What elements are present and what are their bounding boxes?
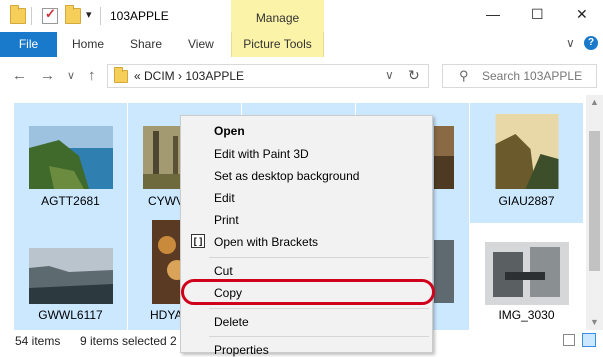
quick-access-dropdown-icon[interactable]: ▾ — [86, 8, 92, 21]
address-dropdown-icon[interactable]: ∨ — [385, 68, 394, 82]
window-title: 103APPLE — [110, 9, 169, 23]
thumbnail — [28, 126, 113, 189]
selection-count: 9 items selected 2 — [80, 334, 177, 348]
menu-item-edit-paint3d[interactable]: Edit with Paint 3D — [214, 147, 309, 161]
file-name: IMG_3030 — [498, 308, 555, 322]
scroll-up-icon[interactable]: ▲ — [590, 97, 599, 107]
ribbon-tabs: File Home Share View Picture Tools ∨ ? — [0, 32, 603, 58]
menu-divider — [209, 336, 429, 337]
file-name: AGTT2681 — [41, 194, 100, 208]
search-box[interactable]: ⚲ Search 103APPLE — [442, 64, 597, 88]
tab-file[interactable]: File — [0, 32, 57, 57]
menu-item-copy[interactable]: Copy — [214, 286, 242, 300]
scroll-down-icon[interactable]: ▼ — [590, 317, 599, 327]
brackets-icon: [ ] — [191, 234, 205, 248]
file-tile[interactable]: GWWL6117 — [14, 217, 127, 337]
up-arrow-icon[interactable]: ↑ — [88, 67, 96, 84]
tab-view[interactable]: View — [188, 37, 214, 51]
address-bar[interactable]: « DCIM › 103APPLE ∨ ↻ — [107, 64, 429, 88]
tab-manage[interactable]: Manage — [231, 0, 324, 32]
thumbnail — [28, 248, 113, 304]
file-tile[interactable]: GIAU2887 — [470, 103, 583, 223]
folder-icon — [114, 67, 128, 83]
maximize-button[interactable]: ☐ — [531, 6, 544, 23]
context-menu: Open Edit with Paint 3D Set as desktop b… — [180, 115, 433, 357]
help-icon[interactable]: ? — [584, 36, 598, 50]
minimize-button[interactable]: — — [486, 6, 500, 22]
forward-arrow-icon[interactable]: → — [40, 67, 55, 84]
navigation-bar: ← → ∨ ↑ « DCIM › 103APPLE ∨ ↻ ⚲ Search 1… — [0, 57, 603, 95]
menu-item-edit[interactable]: Edit — [214, 191, 235, 205]
close-button[interactable]: ✕ — [576, 6, 588, 23]
tab-home[interactable]: Home — [72, 37, 104, 51]
thumbnail — [495, 114, 558, 189]
file-name: GIAU2887 — [498, 194, 555, 208]
back-arrow-icon[interactable]: ← — [12, 67, 27, 84]
file-tile[interactable]: IMG_3030 — [470, 217, 583, 337]
new-folder-icon[interactable] — [65, 5, 81, 24]
vertical-scrollbar[interactable]: ▲ ▼ — [586, 95, 603, 330]
thumbnail — [434, 240, 454, 303]
tab-picture-tools[interactable]: Picture Tools — [231, 32, 324, 57]
thumbnail — [434, 126, 454, 189]
large-icons-view-icon[interactable] — [582, 333, 596, 347]
divider — [31, 7, 32, 25]
tab-share[interactable]: Share — [130, 37, 162, 51]
scrollbar-thumb[interactable] — [589, 131, 600, 271]
recent-locations-icon[interactable]: ∨ — [67, 69, 75, 82]
search-input[interactable]: Search 103APPLE — [482, 69, 582, 83]
address-path[interactable]: « DCIM › 103APPLE — [134, 69, 244, 83]
details-view-icon[interactable] — [563, 334, 575, 346]
menu-item-open-with-brackets[interactable]: Open with Brackets — [214, 235, 318, 249]
menu-item-set-desktop-background[interactable]: Set as desktop background — [214, 169, 359, 183]
refresh-icon[interactable]: ↻ — [408, 67, 420, 84]
title-bar: ✓ ▾ 103APPLE Manage — ☐ ✕ — [0, 0, 603, 32]
menu-item-cut[interactable]: Cut — [214, 264, 233, 278]
menu-item-properties[interactable]: Properties — [214, 343, 269, 357]
item-count: 54 items — [15, 334, 61, 348]
menu-item-print[interactable]: Print — [214, 213, 239, 227]
file-tile[interactable]: AGTT2681 — [14, 103, 127, 223]
menu-item-open[interactable]: Open — [214, 124, 245, 138]
properties-check-icon[interactable]: ✓ — [42, 6, 58, 24]
ribbon-collapse-icon[interactable]: ∨ — [566, 36, 575, 50]
search-icon: ⚲ — [459, 68, 469, 83]
menu-divider — [209, 257, 429, 258]
file-name: GWWL6117 — [38, 308, 103, 322]
divider — [100, 7, 101, 25]
thumbnail — [484, 242, 569, 305]
menu-item-delete[interactable]: Delete — [214, 315, 249, 329]
menu-divider — [209, 308, 429, 309]
folder-icon — [10, 5, 26, 24]
